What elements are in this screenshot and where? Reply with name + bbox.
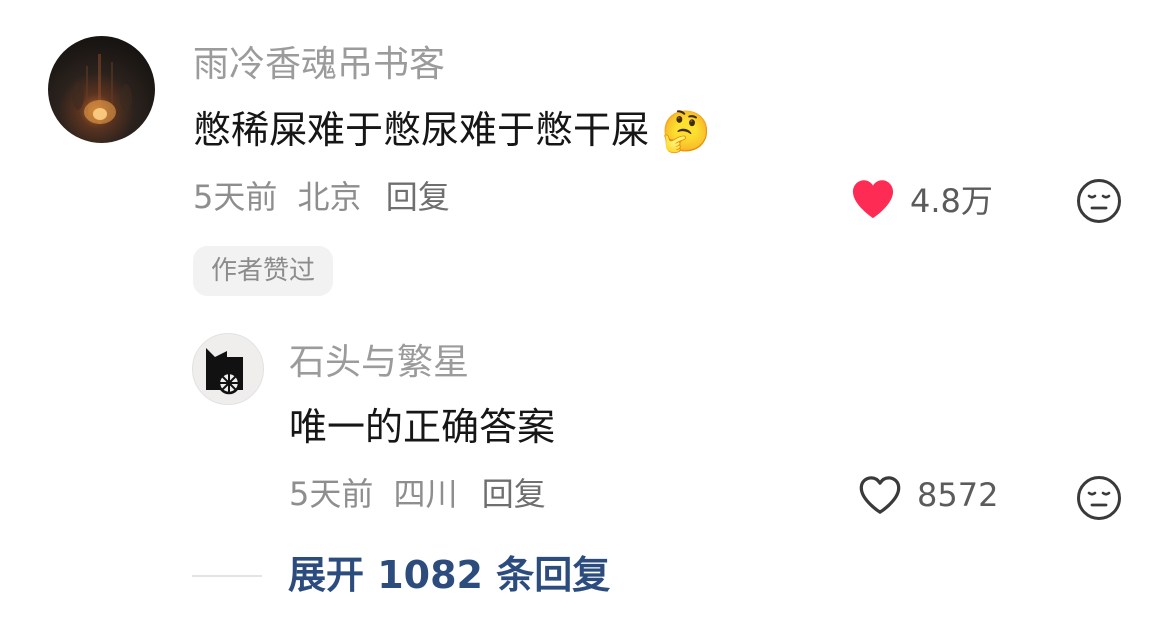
avatar-image [206,348,243,395]
heart-outline-icon [859,476,901,514]
reply-to-reply-button[interactable]: 回复 [482,475,546,513]
reply-like-button[interactable]: 8572 [857,474,998,516]
reply-meta: 5天前 四川 回复 [289,478,546,510]
heart-filled-icon [852,180,894,219]
reply-time: 5天前 [289,475,374,513]
thinking-face-emoji: 🤔 [661,109,711,155]
comment-body: 憋稀屎难于憋尿难于憋干屎 [193,108,650,152]
commenter-avatar[interactable] [48,36,155,143]
author-liked-badge: 作者赞过 [193,246,334,296]
expand-divider [192,575,262,577]
avatar-image [72,54,132,124]
reply-dislike-button[interactable] [1075,474,1123,522]
neutral-face-icon [1077,179,1121,223]
like-count: 4.8万 [910,182,993,220]
reply-button[interactable]: 回复 [386,178,450,216]
expand-replies-button[interactable]: 展开 1082 条回复 [288,556,610,594]
reply-location: 四川 [393,475,458,513]
dislike-button[interactable] [1075,177,1123,225]
replier-name[interactable]: 石头与繁星 [289,345,469,381]
comment-meta: 5天前 北京 回复 [193,181,450,213]
comment-thread: 雨冷香魂吊书客 憋稀屎难于憋尿难于憋干屎 🤔 5天前 北京 回复 4.8万 作者… [0,0,1170,629]
comment-text: 憋稀屎难于憋尿难于憋干屎 🤔 [193,111,711,152]
replier-avatar[interactable] [192,333,264,405]
like-button[interactable]: 4.8万 [850,176,993,222]
commenter-name[interactable]: 雨冷香魂吊书客 [193,47,445,83]
neutral-face-icon [1077,476,1121,520]
reply-text: 唯一的正确答案 [289,405,556,449]
reply-like-count: 8572 [917,476,999,514]
comment-time: 5天前 [193,178,278,216]
comment-location: 北京 [297,178,362,216]
